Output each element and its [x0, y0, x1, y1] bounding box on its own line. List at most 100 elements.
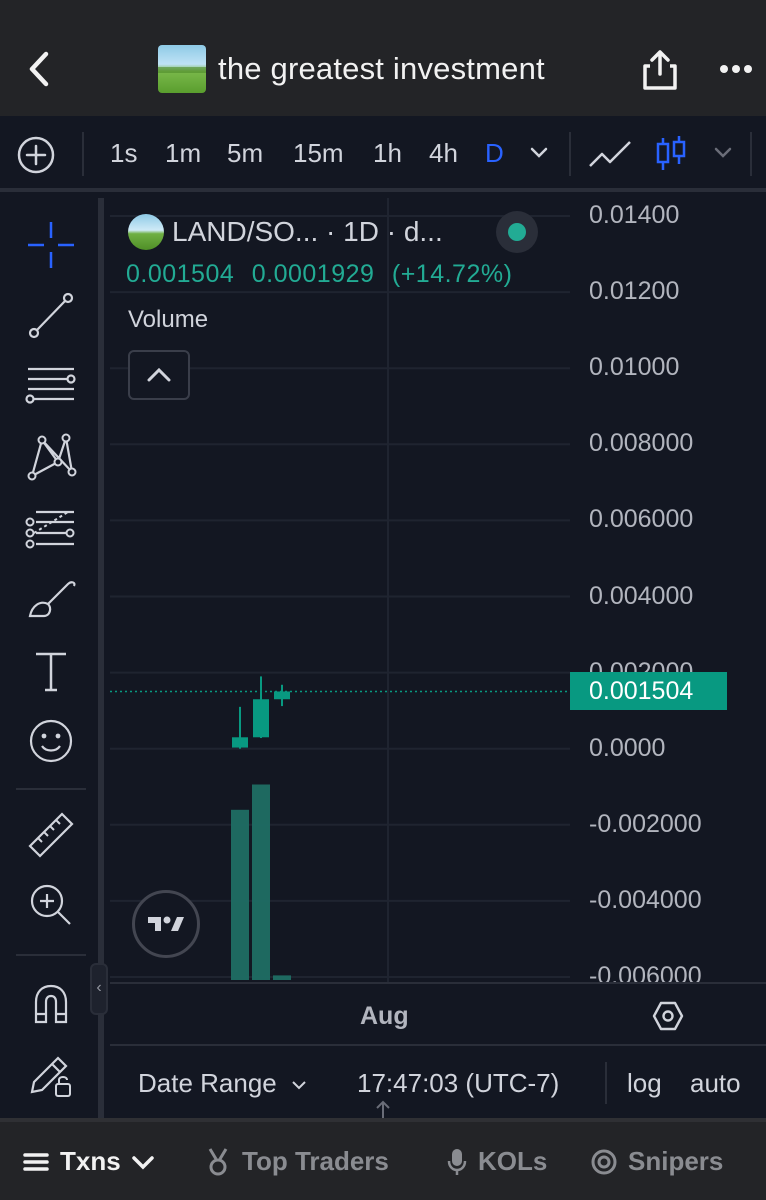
candle-body	[253, 699, 269, 738]
line-chart-icon	[589, 141, 631, 167]
line-chart-button[interactable]	[588, 134, 634, 179]
legend-change: 0.0001929	[251, 260, 375, 288]
tab-top-traders[interactable]: Top Traders	[204, 1146, 389, 1177]
tradingview-logo[interactable]	[132, 890, 200, 958]
volume-bar	[231, 809, 249, 980]
symbol-label[interactable]: LAND/SO... · 1D · d...	[172, 216, 443, 248]
tab-txns-label: Txns	[60, 1146, 121, 1176]
legend-values: 0.001504 0.0001929 (+14.72%)	[126, 260, 522, 289]
tool-divider	[16, 788, 86, 790]
crosshair-icon	[28, 222, 74, 268]
tab-kols[interactable]: KOLs	[446, 1146, 547, 1177]
lock-drawings-tool[interactable]	[22, 1046, 80, 1104]
brush-tool[interactable]	[22, 570, 80, 628]
token-title: the greatest investment	[158, 45, 545, 93]
medal-icon	[208, 1147, 228, 1175]
app-header: the greatest investment	[0, 0, 766, 116]
chevron-down-icon	[530, 147, 548, 158]
volume-bar	[273, 975, 291, 980]
volume-indicator-label[interactable]: Volume	[128, 306, 208, 334]
time-axis[interactable]: Aug	[110, 982, 766, 1046]
settings-hex-icon	[652, 1001, 684, 1031]
status-dot	[508, 223, 526, 241]
chart-type-dropdown[interactable]	[712, 144, 734, 165]
ruler-icon	[28, 812, 74, 858]
toolbar-divider	[82, 132, 84, 176]
chevron-down-icon	[292, 1081, 306, 1090]
page-title: the greatest investment	[218, 51, 545, 86]
interval-dropdown[interactable]	[528, 144, 550, 165]
candle-body	[274, 691, 290, 700]
horizontal-lines-icon	[25, 367, 76, 404]
interval-1s[interactable]: 1s	[110, 138, 137, 169]
candlestick-icon	[656, 136, 686, 170]
price-axis[interactable]: -0.006000-0.004000-0.0020000.00000.00200…	[570, 198, 766, 982]
chart-toolbar: 1s 1m 5m 15m 1h 4h D	[0, 116, 766, 192]
trend-line-icon	[28, 292, 74, 339]
target-icon	[591, 1149, 617, 1174]
more-horizontal-icon	[720, 65, 752, 73]
more-button[interactable]	[716, 54, 756, 84]
chevron-up-icon	[147, 367, 171, 382]
price-axis-label: 0.01400	[589, 201, 680, 229]
collapse-legend-button[interactable]	[128, 350, 190, 400]
log-scale-button[interactable]: log	[627, 1068, 662, 1099]
tradingview-icon	[148, 916, 184, 931]
fib-retracement-icon	[25, 510, 75, 549]
back-button[interactable]	[20, 46, 60, 92]
date-range-button[interactable]: Date Range	[138, 1068, 308, 1099]
timezone-clock[interactable]: 17:47:03 (UTC-7)	[357, 1068, 559, 1099]
current-price-label: 0.001504	[570, 672, 727, 711]
date-range-label: Date Range	[138, 1068, 277, 1098]
price-axis-label: 0.01000	[589, 353, 680, 382]
price-axis-label: 0.006000	[589, 505, 694, 534]
price-axis-label: 0.008000	[589, 429, 694, 458]
trend-line-tool[interactable]	[22, 286, 80, 344]
zoom-tool[interactable]	[22, 876, 80, 934]
text-tool[interactable]	[22, 642, 80, 700]
emoji-tool[interactable]	[22, 712, 80, 770]
add-indicator-button[interactable]	[16, 135, 56, 175]
price-axis-label: -0.002000	[589, 809, 702, 838]
token-image	[158, 45, 206, 93]
horizontal-lines-tool[interactable]	[22, 358, 80, 416]
ruler-tool[interactable]	[22, 806, 80, 864]
share-button[interactable]	[640, 48, 680, 92]
interval-5m[interactable]: 5m	[227, 138, 263, 169]
pattern-icon	[27, 433, 77, 481]
tab-kols-label: KOLs	[478, 1146, 548, 1176]
candle-body	[232, 737, 248, 748]
price-axis-label: 0.01200	[589, 277, 680, 306]
magnet-icon	[34, 984, 68, 1024]
interval-4h[interactable]: 4h	[429, 138, 458, 169]
chart-footer: Date Range 17:47:03 (UTC-7) log auto	[110, 1046, 766, 1118]
symbol-logo	[128, 214, 164, 250]
toolbar-divider	[569, 132, 571, 176]
chart-pane[interactable]: LAND/SO... · 1D · d... 0.001504 0.000192…	[110, 198, 570, 982]
fib-retracement-tool[interactable]	[22, 500, 80, 558]
auto-scale-button[interactable]: auto	[690, 1068, 741, 1099]
tab-txns[interactable]: Txns	[22, 1146, 167, 1177]
interval-d[interactable]: D	[485, 138, 504, 169]
crosshair-tool[interactable]	[22, 216, 80, 274]
zoom-in-icon	[30, 884, 71, 925]
tab-snipers[interactable]: Snipers	[590, 1146, 723, 1177]
interval-1h[interactable]: 1h	[373, 138, 402, 169]
interval-15m[interactable]: 15m	[293, 138, 344, 169]
time-axis-label: Aug	[360, 1002, 409, 1030]
toggle-toolbar-button[interactable]: ‹	[90, 963, 108, 1015]
text-icon	[36, 652, 66, 692]
pattern-tool[interactable]	[22, 428, 80, 486]
chart-settings-button[interactable]	[650, 998, 686, 1034]
candlestick-button[interactable]	[654, 134, 688, 179]
lock-drawings-icon	[30, 1056, 71, 1097]
chevron-down-icon	[714, 147, 732, 158]
tool-divider	[16, 954, 86, 956]
drawing-toolbar	[0, 198, 104, 1118]
interval-1m[interactable]: 1m	[165, 138, 201, 169]
market-status[interactable]	[496, 211, 538, 253]
magnet-tool[interactable]	[22, 974, 80, 1032]
legend-last-price: 0.001504	[126, 260, 235, 288]
brush-icon	[28, 581, 76, 618]
chevron-down-icon	[131, 1155, 154, 1169]
